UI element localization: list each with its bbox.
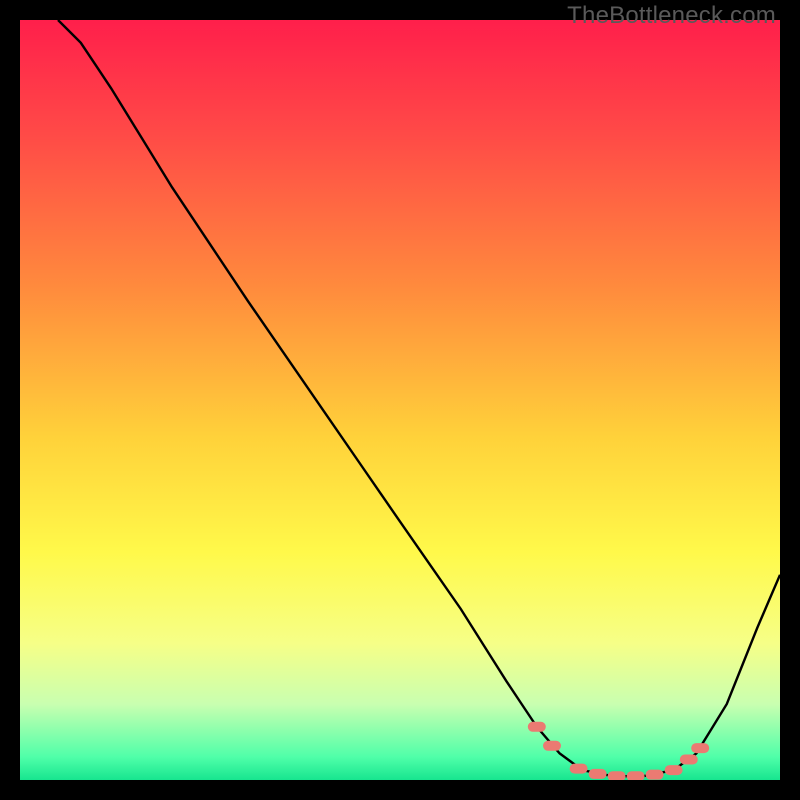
highlight-marker bbox=[570, 764, 588, 774]
watermark-label: TheBottleneck.com bbox=[567, 2, 776, 30]
bottleneck-chart bbox=[20, 20, 780, 780]
highlight-marker bbox=[608, 771, 626, 780]
highlight-marker bbox=[528, 722, 546, 732]
chart-background-gradient bbox=[20, 20, 780, 780]
highlight-marker bbox=[543, 741, 561, 751]
highlight-marker bbox=[691, 743, 709, 753]
highlight-marker bbox=[680, 754, 698, 764]
highlight-marker bbox=[627, 771, 645, 780]
highlight-marker bbox=[589, 769, 607, 779]
highlight-marker bbox=[646, 770, 664, 780]
highlight-marker bbox=[665, 765, 683, 775]
chart-frame bbox=[20, 20, 780, 780]
